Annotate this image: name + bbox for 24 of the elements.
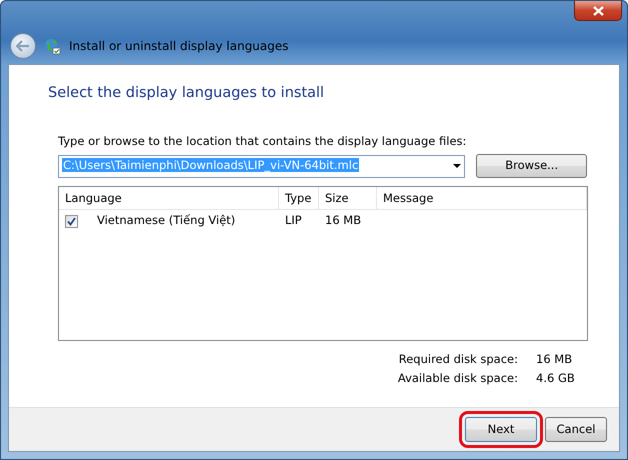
dialog-button[interactable]: Cancel xyxy=(545,417,607,442)
column-header[interactable]: Message xyxy=(377,187,587,209)
disk-space-value: 4.6 GB xyxy=(536,370,576,388)
table-cell-text: Vietnamese (Tiếng Việt) xyxy=(97,212,236,230)
column-header[interactable]: Language xyxy=(59,187,279,209)
disk-space-value: 16 MB xyxy=(536,351,574,368)
table-cell-text: LIP xyxy=(284,212,303,230)
column-header[interactable]: Type xyxy=(279,187,319,209)
window-title: Install or uninstall display languages xyxy=(69,38,289,55)
globe-icon xyxy=(44,38,61,54)
location-label: Type or browse to the location that contains the display language files: xyxy=(58,132,468,150)
dropdown-caret-icon xyxy=(453,164,462,168)
checkbox[interactable] xyxy=(65,214,78,228)
column-header[interactable]: Size xyxy=(319,187,377,209)
disk-space-label: Required disk space: xyxy=(398,351,518,368)
table-cell-text: 16 MB xyxy=(324,212,362,230)
page-heading: Select the display languages to install xyxy=(48,84,326,103)
back-arrow-icon xyxy=(16,40,30,52)
back-button[interactable] xyxy=(10,33,36,59)
close-icon xyxy=(592,6,604,16)
close-button[interactable] xyxy=(574,1,622,21)
disk-space-label: Available disk space: xyxy=(398,370,518,388)
location-text: C:\Users\Taimienphi\Downloads\LIP_vi-VN-64bit.mlc xyxy=(62,158,360,172)
browse-button[interactable]: Browse... xyxy=(476,154,587,178)
